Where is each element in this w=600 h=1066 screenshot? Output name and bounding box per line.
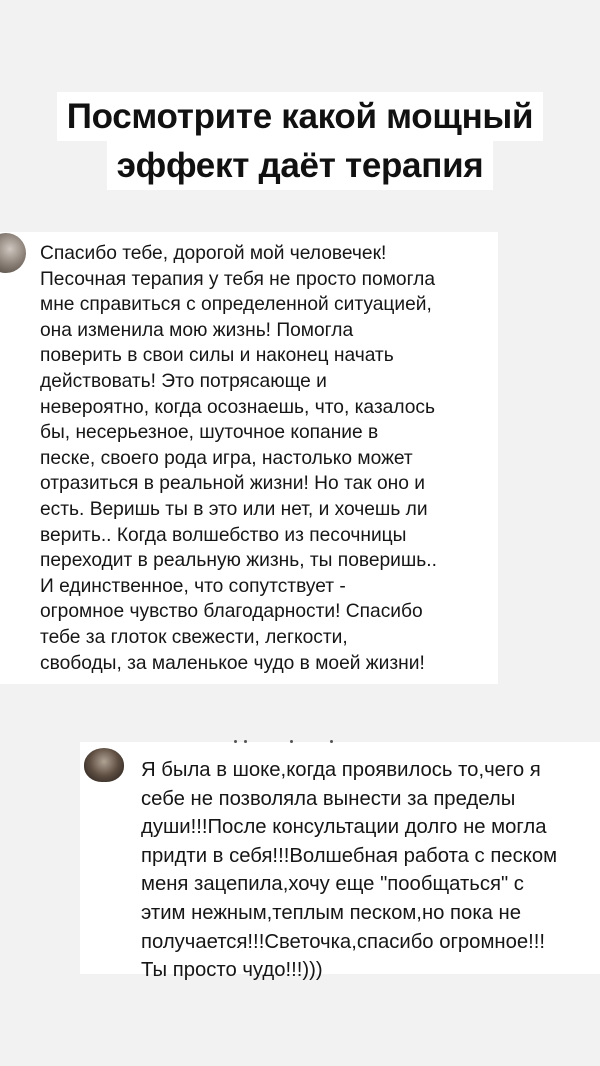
avatar [84, 748, 124, 782]
review-text-2: Я была в шоке,когда проявилось то,чего я… [141, 759, 558, 982]
headline: Посмотрите какой мощный эффект даёт тера… [0, 92, 600, 190]
review-text-1: Спасибо тебе, дорогой мой человечек! Пес… [40, 243, 437, 674]
headline-line-1: Посмотрите какой мощный [56, 92, 544, 141]
cropped-username-fragment [230, 740, 350, 746]
headline-line-2: эффект даёт терапия [106, 141, 494, 190]
